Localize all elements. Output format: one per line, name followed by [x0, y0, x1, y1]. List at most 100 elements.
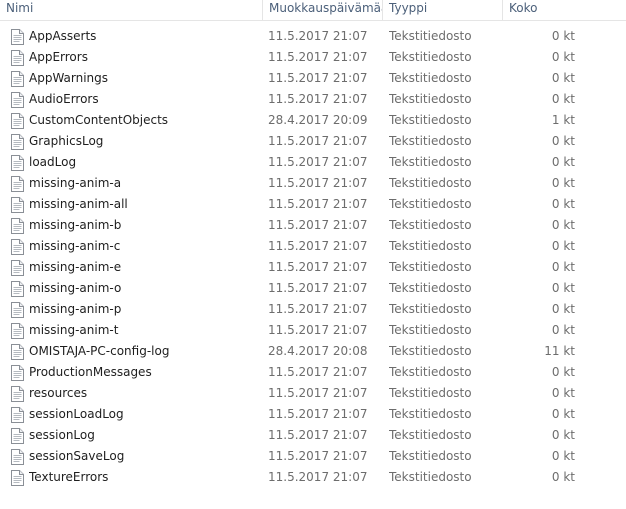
file-type: Tekstitiedosto — [389, 260, 472, 274]
file-size: 0 kt — [551, 407, 575, 421]
file-name: missing-anim-e — [29, 260, 122, 274]
file-modified: 28.4.2017 20:08 — [268, 344, 368, 358]
text-document-icon — [10, 281, 24, 297]
file-name: resources — [29, 386, 88, 400]
file-size: 0 kt — [551, 71, 575, 85]
file-row[interactable]: sessionSaveLog 11.5.2017 21:07 Tekstitie… — [0, 446, 590, 467]
file-size: 0 kt — [551, 155, 575, 169]
file-modified: 11.5.2017 21:07 — [268, 470, 368, 484]
file-size: 0 kt — [551, 470, 575, 484]
text-document-icon — [10, 365, 24, 381]
text-document-icon — [10, 239, 24, 255]
file-row[interactable]: AppWarnings 11.5.2017 21:07 Tekstitiedos… — [0, 68, 590, 89]
file-name: missing-anim-b — [29, 218, 122, 232]
file-row[interactable]: missing-anim-e 11.5.2017 21:07 Tekstitie… — [0, 257, 590, 278]
file-modified: 11.5.2017 21:07 — [268, 281, 368, 295]
file-row[interactable]: resources 11.5.2017 21:07 Tekstitiedosto… — [0, 383, 590, 404]
file-row[interactable]: sessionLog 11.5.2017 21:07 Tekstitiedost… — [0, 425, 590, 446]
file-row[interactable]: GraphicsLog 11.5.2017 21:07 Tekstitiedos… — [0, 131, 590, 152]
file-row[interactable]: missing-anim-p 11.5.2017 21:07 Tekstitie… — [0, 299, 590, 320]
column-header-type[interactable]: Tyyppi — [382, 0, 502, 20]
file-row[interactable]: AppAsserts 11.5.2017 21:07 Tekstitiedost… — [0, 26, 590, 47]
file-size: 11 kt — [544, 344, 575, 358]
file-size: 0 kt — [551, 134, 575, 148]
file-type: Tekstitiedosto — [389, 50, 472, 64]
file-type: Tekstitiedosto — [389, 197, 472, 211]
text-document-icon — [10, 197, 24, 213]
column-header-size[interactable]: Koko — [502, 0, 586, 20]
file-type: Tekstitiedosto — [389, 71, 472, 85]
file-modified: 28.4.2017 20:09 — [268, 113, 368, 127]
file-row[interactable]: missing-anim-all 11.5.2017 21:07 Tekstit… — [0, 194, 590, 215]
file-name: missing-anim-o — [29, 281, 122, 295]
file-size: 0 kt — [551, 323, 575, 337]
file-row[interactable]: missing-anim-t 11.5.2017 21:07 Tekstitie… — [0, 320, 590, 341]
file-modified: 11.5.2017 21:07 — [268, 218, 368, 232]
file-row[interactable]: missing-anim-o 11.5.2017 21:07 Tekstitie… — [0, 278, 590, 299]
file-type: Tekstitiedosto — [389, 470, 472, 484]
file-type: Tekstitiedosto — [389, 92, 472, 106]
file-row[interactable]: OMISTAJA-PC-config-log 28.4.2017 20:08 T… — [0, 341, 590, 362]
file-row[interactable]: ProductionMessages 11.5.2017 21:07 Tekst… — [0, 362, 590, 383]
file-name: TextureErrors — [29, 470, 109, 484]
text-document-icon — [10, 155, 24, 171]
text-document-icon — [10, 386, 24, 402]
file-type: Tekstitiedosto — [389, 29, 472, 43]
file-size: 1 kt — [551, 113, 575, 127]
text-document-icon — [10, 428, 24, 444]
file-modified: 11.5.2017 21:07 — [268, 176, 368, 190]
file-row[interactable]: missing-anim-a 11.5.2017 21:07 Tekstitie… — [0, 173, 590, 194]
file-row[interactable]: loadLog 11.5.2017 21:07 Tekstitiedosto 0… — [0, 152, 590, 173]
text-document-icon — [10, 323, 24, 339]
file-modified: 11.5.2017 21:07 — [268, 302, 368, 316]
file-row[interactable]: missing-anim-b 11.5.2017 21:07 Tekstitie… — [0, 215, 590, 236]
text-document-icon — [10, 176, 24, 192]
file-row[interactable]: missing-anim-c 11.5.2017 21:07 Tekstitie… — [0, 236, 590, 257]
file-size: 0 kt — [551, 197, 575, 211]
text-document-icon — [10, 50, 24, 66]
column-header-modified[interactable]: Muokkauspäivämäärä — [262, 0, 382, 20]
file-modified: 11.5.2017 21:07 — [268, 29, 368, 43]
file-modified: 11.5.2017 21:07 — [268, 365, 368, 379]
file-modified: 11.5.2017 21:07 — [268, 92, 368, 106]
file-row[interactable]: CustomContentObjects 28.4.2017 20:09 Tek… — [0, 110, 590, 131]
file-size: 0 kt — [551, 92, 575, 106]
file-name: loadLog — [29, 155, 77, 169]
file-modified: 11.5.2017 21:07 — [268, 260, 368, 274]
file-row[interactable]: TextureErrors 11.5.2017 21:07 Tekstitied… — [0, 467, 590, 488]
file-name: AudioErrors — [29, 92, 99, 106]
file-size: 0 kt — [551, 449, 575, 463]
file-name: sessionLog — [29, 428, 95, 442]
file-size: 0 kt — [551, 428, 575, 442]
file-size: 0 kt — [551, 281, 575, 295]
file-type: Tekstitiedosto — [389, 302, 472, 316]
text-document-icon — [10, 29, 24, 45]
file-row[interactable]: AudioErrors 11.5.2017 21:07 Tekstitiedos… — [0, 89, 590, 110]
file-modified: 11.5.2017 21:07 — [268, 239, 368, 253]
file-modified: 11.5.2017 21:07 — [268, 386, 368, 400]
file-name: OMISTAJA-PC-config-log — [29, 344, 170, 358]
file-type: Tekstitiedosto — [389, 386, 472, 400]
file-size: 0 kt — [551, 386, 575, 400]
file-modified: 11.5.2017 21:07 — [268, 50, 368, 64]
file-size: 0 kt — [551, 239, 575, 253]
file-modified: 11.5.2017 21:07 — [268, 134, 368, 148]
column-header-bar: Nimi Muokkauspäivämäärä Tyyppi Koko — [0, 0, 626, 21]
file-type: Tekstitiedosto — [389, 407, 472, 421]
file-modified: 11.5.2017 21:07 — [268, 407, 368, 421]
file-size: 0 kt — [551, 29, 575, 43]
file-size: 0 kt — [551, 50, 575, 64]
text-document-icon — [10, 92, 24, 108]
column-header-name[interactable]: Nimi — [0, 0, 262, 20]
file-name: missing-anim-a — [29, 176, 122, 190]
text-document-icon — [10, 218, 24, 234]
file-type: Tekstitiedosto — [389, 344, 472, 358]
file-name: sessionSaveLog — [29, 449, 125, 463]
file-size: 0 kt — [551, 302, 575, 316]
file-row[interactable]: AppErrors 11.5.2017 21:07 Tekstitiedosto… — [0, 47, 590, 68]
file-row[interactable]: sessionLoadLog 11.5.2017 21:07 Tekstitie… — [0, 404, 590, 425]
file-modified: 11.5.2017 21:07 — [268, 155, 368, 169]
file-modified: 11.5.2017 21:07 — [268, 323, 368, 337]
file-list: AppAsserts 11.5.2017 21:07 Tekstitiedost… — [0, 26, 626, 488]
file-type: Tekstitiedosto — [389, 239, 472, 253]
